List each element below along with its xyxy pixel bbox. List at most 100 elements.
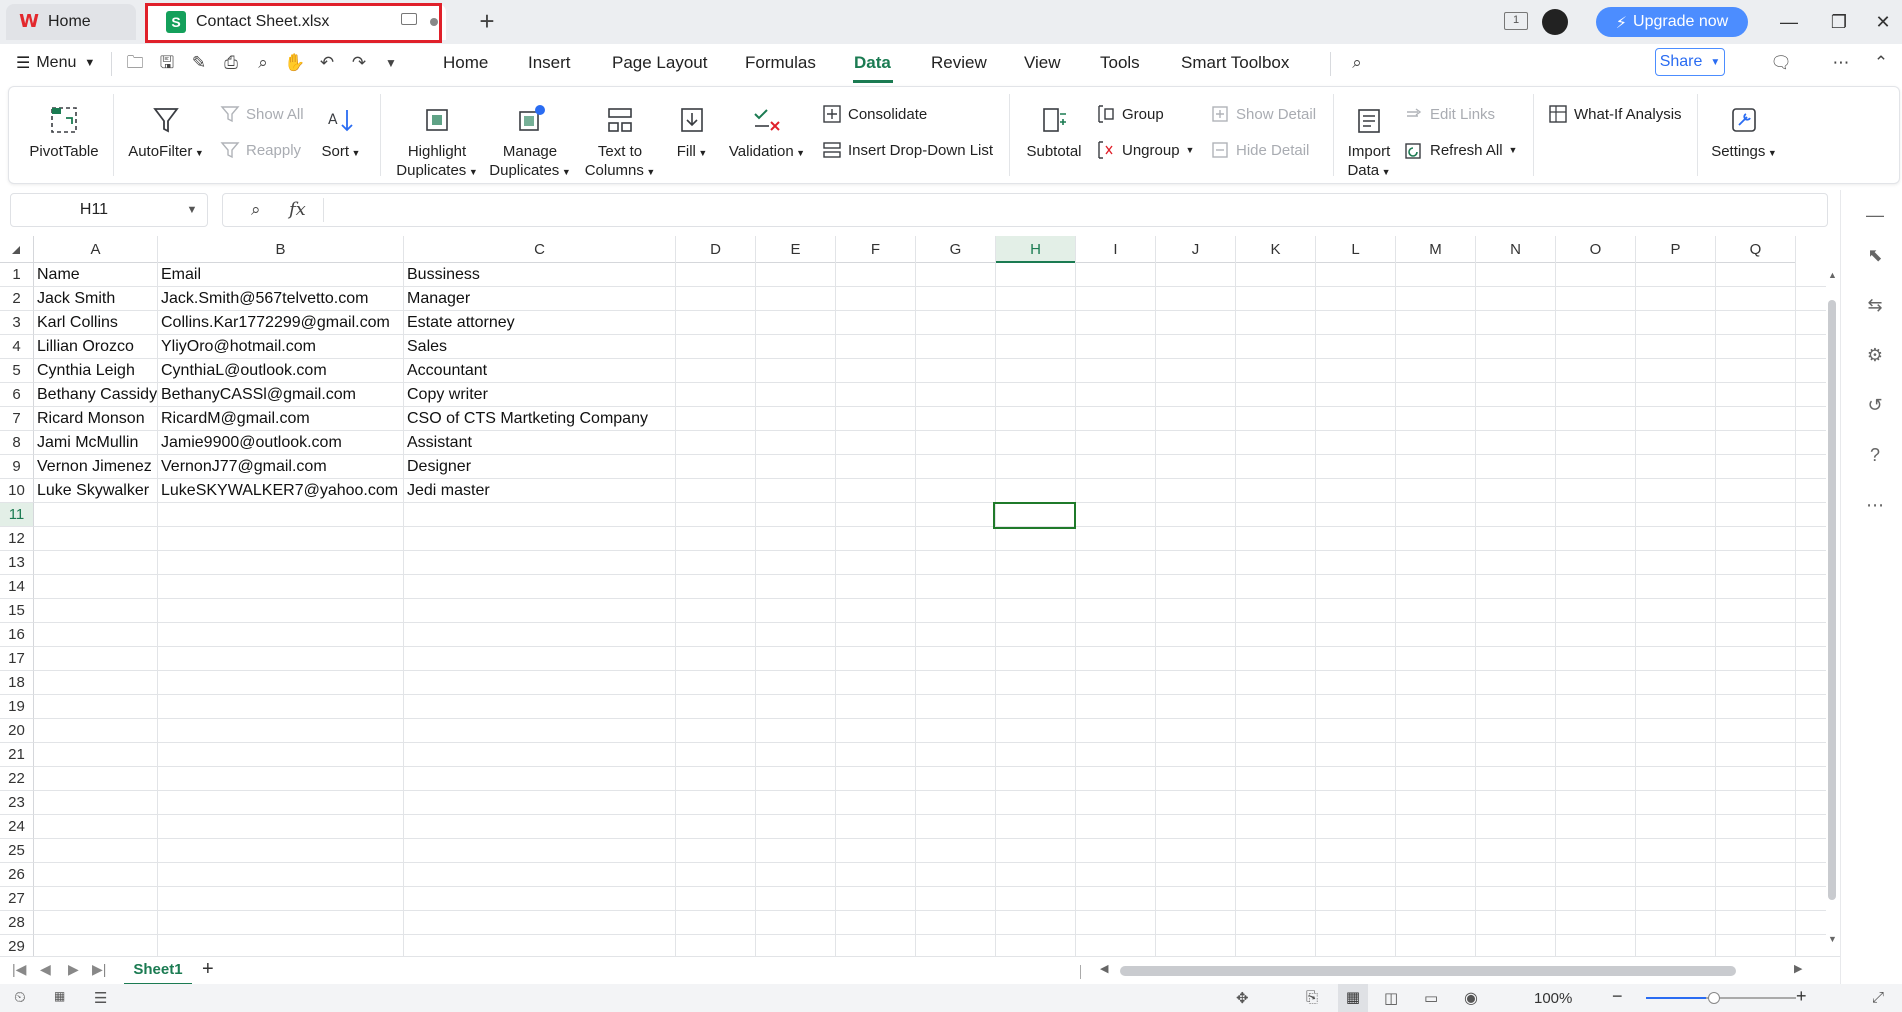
upgrade-button[interactable]: ⚡ Upgrade now (1596, 7, 1748, 37)
row-header[interactable]: 16 (0, 623, 34, 647)
tab-review[interactable]: Review (931, 53, 987, 73)
avatar[interactable] (1542, 9, 1568, 35)
tab-smart-toolbox[interactable]: Smart Toolbox (1181, 53, 1289, 73)
row-header[interactable]: 25 (0, 839, 34, 863)
sheet-tab-sheet1[interactable]: Sheet1 (124, 957, 192, 985)
manage-duplicates-button[interactable]: Manage Duplicates ▼ (488, 104, 572, 182)
table-cell[interactable]: Ricard Monson (34, 407, 158, 431)
table-cell[interactable]: Designer (404, 455, 676, 479)
table-cell[interactable]: RicardM@gmail.com (158, 407, 404, 431)
selected-cell-h11[interactable] (993, 502, 1076, 529)
table-cell[interactable]: Karl Collins (34, 311, 158, 335)
autofilter-button[interactable]: AutoFilter ▼ (126, 104, 206, 163)
table-cell[interactable]: Collins.Kar1772299@gmail.com (158, 311, 404, 335)
row-header[interactable]: 17 (0, 647, 34, 671)
list-icon[interactable]: ☰ (94, 989, 107, 1007)
column-header[interactable]: Q (1716, 236, 1796, 263)
row-header[interactable]: 13 (0, 551, 34, 575)
spreadsheet-grid[interactable]: ABCDEFGHIJKLMNOPQ 1 2 3 4 5 6 7 8 9 10 11 12 13 14 15 1… (0, 236, 1826, 956)
table-cell[interactable]: Bussiness (404, 263, 676, 287)
hide-detail-button[interactable]: Hide Detail (1210, 140, 1309, 160)
collapse-panel-icon[interactable]: — (1864, 204, 1886, 226)
table-cell[interactable]: Assistant (404, 431, 676, 455)
row-header[interactable]: 26 (0, 863, 34, 887)
table-cell[interactable]: Cynthia Leigh (34, 359, 158, 383)
row-header[interactable]: 9 (0, 455, 34, 479)
import-data-button[interactable]: Import Data ▼ (1342, 104, 1396, 182)
row-header[interactable]: 14 (0, 575, 34, 599)
save-icon[interactable]: 🖫 (156, 52, 178, 74)
settings-button[interactable]: Settings ▼ (1706, 104, 1782, 163)
row-header[interactable]: 4 (0, 335, 34, 359)
sliders-icon[interactable]: ⚙ (1864, 344, 1886, 366)
scroll-down-icon[interactable]: ▼ (1828, 934, 1838, 944)
menu-button[interactable]: ☰ Menu ▼ (16, 53, 95, 73)
print-icon[interactable]: ⎙ (220, 52, 242, 74)
column-header[interactable]: O (1556, 236, 1636, 263)
quick-access-dropdown-icon[interactable]: ▼ (380, 52, 402, 74)
function-icon[interactable]: fx (289, 199, 306, 220)
formula-input[interactable] (333, 200, 1813, 222)
what-if-analysis-button[interactable]: What-If Analysis (1548, 104, 1682, 124)
table-cell[interactable]: Sales (404, 335, 676, 359)
show-all-button[interactable]: Show All (220, 104, 304, 124)
row-header[interactable]: 8 (0, 431, 34, 455)
validation-button[interactable]: Validation ▼ (724, 104, 810, 163)
row-header[interactable]: 7 (0, 407, 34, 431)
table-cell[interactable]: Jamie9900@outlook.com (158, 431, 404, 455)
tab-data[interactable]: Data (854, 53, 891, 73)
table-cell[interactable]: LukeSKYWALKER7@yahoo.com (158, 479, 404, 503)
show-detail-button[interactable]: Show Detail (1210, 104, 1316, 124)
row-header[interactable]: 29 (0, 935, 34, 956)
scroll-right-icon[interactable]: ▶ (1794, 962, 1802, 975)
tab-home[interactable]: W Home (6, 4, 136, 40)
page-export-icon[interactable]: ⎘ (1306, 989, 1318, 1006)
row-header[interactable]: 10 (0, 479, 34, 503)
row-header[interactable]: 18 (0, 671, 34, 695)
more-options-icon[interactable]: ⋯ (1864, 494, 1886, 516)
column-header[interactable]: P (1636, 236, 1716, 263)
column-header[interactable]: J (1156, 236, 1236, 263)
new-tab-plus-icon[interactable]: + (474, 6, 500, 36)
ungroup-button[interactable]: Ungroup ▼ (1096, 140, 1194, 160)
column-header[interactable]: I (1076, 236, 1156, 263)
row-header[interactable]: 6 (0, 383, 34, 407)
table-cell[interactable]: Jami McMullin (34, 431, 158, 455)
table-cell[interactable]: YliyOro@hotmail.com (158, 335, 404, 359)
format-painter-icon[interactable]: ✎ (188, 52, 210, 74)
zoom-in-icon[interactable]: + (1796, 986, 1807, 1007)
table-cell[interactable]: Email (158, 263, 404, 287)
name-box[interactable]: H11 ▼ (10, 193, 208, 227)
column-header[interactable]: K (1236, 236, 1316, 263)
table-cell[interactable]: VernonJ77@gmail.com (158, 455, 404, 479)
sort-button[interactable]: A Sort ▼ (316, 104, 366, 163)
table-cell[interactable]: CynthiaL@outlook.com (158, 359, 404, 383)
subtotal-button[interactable]: Subtotal (1022, 104, 1086, 161)
select-cursor-icon[interactable]: ⬉ (1864, 244, 1886, 266)
consolidate-button[interactable]: Consolidate (822, 104, 927, 124)
row-header[interactable]: 15 (0, 599, 34, 623)
table-cell[interactable]: Lillian Orozco (34, 335, 158, 359)
minimize-icon[interactable]: — (1774, 8, 1804, 36)
pivottable-button[interactable]: PivotTable (28, 104, 100, 161)
reapply-button[interactable]: Reapply (220, 140, 301, 160)
table-cell[interactable]: Copy writer (404, 383, 676, 407)
table-cell[interactable]: Estate attorney (404, 311, 676, 335)
table-cell[interactable]: BethanyCASSl@gmail.com (158, 383, 404, 407)
table-cell[interactable]: Manager (404, 287, 676, 311)
group-button[interactable]: Group (1096, 104, 1164, 124)
scroll-left-icon[interactable]: ◀ (1100, 962, 1108, 975)
column-header[interactable]: A (34, 236, 158, 263)
normal-view-icon[interactable]: ▦ (1338, 984, 1368, 1012)
text-to-columns-button[interactable]: Text to Columns ▼ (582, 104, 658, 182)
row-header[interactable]: 23 (0, 791, 34, 815)
zoom-formula-icon[interactable]: ⌕ (251, 200, 261, 220)
row-header[interactable]: 3 (0, 311, 34, 335)
column-header[interactable]: C (404, 236, 676, 263)
column-header[interactable]: B (158, 236, 404, 263)
edit-links-button[interactable]: Edit Links (1404, 104, 1495, 124)
table-cell[interactable]: Name (34, 263, 158, 287)
insert-dropdown-list-button[interactable]: Insert Drop-Down List (822, 140, 993, 160)
add-sheet-icon[interactable]: + (202, 958, 214, 981)
zoom-level[interactable]: 100% (1534, 990, 1572, 1007)
